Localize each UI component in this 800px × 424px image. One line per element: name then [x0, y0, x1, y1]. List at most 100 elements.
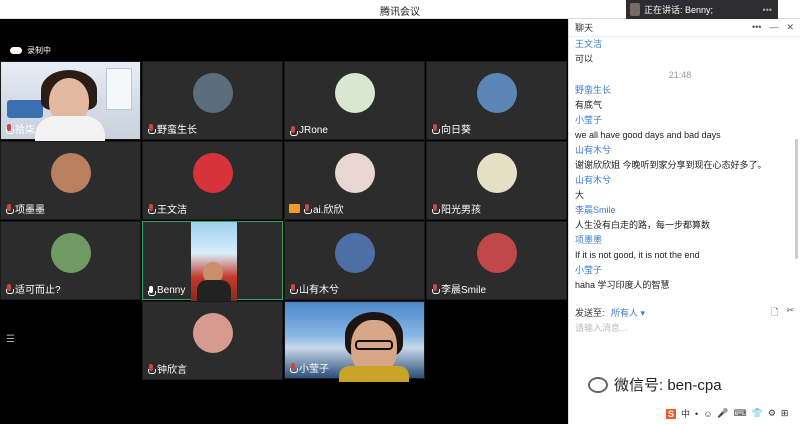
participant-name-label: 适可而止?: [5, 281, 61, 296]
chat-sender[interactable]: 山有木兮: [575, 173, 785, 188]
send-to-select[interactable]: 所有人 ▾: [611, 308, 645, 318]
microphone-icon: [147, 203, 156, 214]
participant-name-label: Benny: [147, 285, 185, 296]
chat-minimize-icon[interactable]: —: [769, 22, 778, 33]
meeting-window: 腾讯会议 正在讲话: Benny; ••• 录制中 拾柒 野蛮生长 JRone 向日葵…: [0, 0, 800, 424]
ime-tool-icon[interactable]: ⊞: [781, 408, 789, 419]
ime-tool-icon[interactable]: 👕: [752, 408, 763, 419]
watermark: 微信号: ben-cpa: [588, 374, 722, 395]
participant-tile[interactable]: JRone: [284, 61, 425, 140]
chat-sender[interactable]: 野蛮生长: [575, 83, 785, 98]
participant-tile[interactable]: ai.欣欣: [284, 141, 425, 220]
ime-tool-icon[interactable]: 中: [681, 407, 690, 420]
participant-name-label: ai.欣欣: [289, 201, 344, 216]
participant-name: 项墨墨: [15, 205, 45, 216]
file-icon[interactable]: 🗋: [771, 305, 778, 321]
participant-tile[interactable]: 野蛮生长: [142, 61, 283, 140]
participant-tile[interactable]: Benny: [142, 221, 283, 301]
chat-sender[interactable]: 小莹子: [575, 113, 785, 128]
chat-scrollbar[interactable]: [795, 139, 798, 259]
watermark-text: 微信号: ben-cpa: [614, 377, 722, 394]
participant-avatar: [476, 153, 517, 193]
chat-timestamp: 21:48: [668, 70, 692, 80]
ime-tool-icon[interactable]: ⌨: [734, 408, 747, 419]
microphone-icon: [431, 123, 440, 134]
ime-tool-icon[interactable]: ⚙: [768, 408, 776, 419]
participant-avatar: [192, 73, 233, 113]
participant-name: JRone: [299, 125, 328, 136]
sofa: [7, 100, 43, 118]
participant-avatar: [476, 233, 517, 273]
participant-tile[interactable]: 钟欣言: [142, 301, 283, 380]
microphone-icon: [147, 363, 156, 374]
participant-name-label: 李晨Smile: [431, 281, 486, 296]
participant-name: ai.欣欣: [313, 205, 344, 216]
participant-avatar: [50, 153, 91, 193]
microphone-icon: [431, 283, 440, 294]
participant-tile[interactable]: 项墨墨: [0, 141, 141, 220]
chat-text: 有底气: [575, 100, 603, 110]
chat-text: 可以: [575, 54, 594, 64]
participant-name-label: 野蛮生长: [147, 121, 197, 136]
chat-message: 小莹子 we all have good days and bad days: [575, 113, 785, 143]
window-backdrop: [106, 68, 132, 110]
chat-sender[interactable]: 李晨Smile: [575, 203, 785, 218]
participant-name: Benny: [157, 285, 186, 296]
participant-tile[interactable]: 阳光男孩: [426, 141, 567, 220]
chat-text: we all have good days and bad days: [575, 130, 721, 140]
participant-tile[interactable]: 适可而止?: [0, 221, 141, 300]
chat-panel: 聊天 ••• — ✕ 王文洁 可以 21:48 野蛮生长 有底气 小莹子 we all ha…: [568, 19, 800, 424]
participant-name: 适可而止?: [15, 285, 61, 296]
microphone-icon: [289, 125, 298, 136]
chat-text: 人生没有白走的路，每一步都算数: [575, 220, 711, 230]
participant-tile[interactable]: 王文洁: [142, 141, 283, 220]
participant-name-label: 小莹子: [289, 360, 329, 375]
participant-name: 王文洁: [157, 205, 187, 216]
ime-tool-icon[interactable]: 🎤: [717, 408, 728, 419]
body: [339, 366, 409, 382]
chat-sender[interactable]: 山有木兮: [575, 143, 785, 158]
chat-more-icon[interactable]: •••: [752, 22, 761, 33]
microphone-icon: [5, 283, 14, 294]
chat-text: 谢谢欣欣姐 今晚听到家分享到现在心态好多了。: [575, 160, 767, 170]
participant-name: 李晨Smile: [441, 285, 487, 296]
participant-name-label: JRone: [289, 125, 328, 136]
send-to-row: 发送至: 所有人 ▾: [575, 306, 645, 319]
participant-name: 向日葵: [441, 125, 471, 136]
cloud-icon: [10, 47, 22, 54]
ime-toolbar: S 中 • ☺ 🎤 ⌨ 👕 ⚙ ⊞: [666, 407, 788, 420]
recording-indicator: 录制中: [10, 45, 51, 56]
participant-tile[interactable]: 山有木兮: [284, 221, 425, 300]
screenshot-icon[interactable]: ✂: [786, 305, 794, 321]
speaking-label: 正在讲话: Benny;: [644, 5, 714, 15]
chat-sender[interactable]: 王文洁: [575, 37, 785, 52]
more-icon[interactable]: •••: [763, 5, 772, 15]
participant-tile[interactable]: 小莹子: [284, 301, 425, 382]
menu-icon[interactable]: ☰: [6, 334, 15, 345]
participant-avatar: [50, 233, 91, 273]
participant-tile[interactable]: 向日葵: [426, 61, 567, 140]
ime-tool-icon[interactable]: ☺: [703, 409, 712, 419]
microphone-icon: [289, 362, 298, 373]
ime-tool-icon[interactable]: •: [695, 409, 698, 419]
microphone-icon: [147, 123, 156, 134]
participant-name-label: 阳光男孩: [431, 201, 481, 216]
chat-sender[interactable]: 项墨墨: [575, 233, 785, 248]
participant-name: 钟欣言: [157, 365, 187, 376]
send-to-label: 发送至:: [575, 308, 605, 318]
chat-sender[interactable]: 小莹子: [575, 263, 785, 278]
participant-tile[interactable]: 拾柒: [0, 61, 141, 142]
chat-message-list: 王文洁可以 21:48 野蛮生长有底气小莹子 we all have good day…: [575, 37, 785, 293]
participant-tile[interactable]: 李晨Smile: [426, 221, 567, 300]
chat-tools: 🗋 ✂: [771, 305, 794, 321]
participant-avatar: [192, 313, 233, 353]
microphone-icon: [289, 283, 298, 294]
send-to-value: 所有人: [611, 308, 639, 318]
wechat-icon: [588, 376, 608, 393]
sogou-icon[interactable]: S: [666, 408, 677, 419]
chat-input[interactable]: 请输入消息...: [575, 321, 628, 334]
participant-avatar: [334, 233, 375, 273]
speaker-thumbnail: [630, 3, 640, 16]
participant-name-label: 山有木兮: [289, 281, 339, 296]
chat-close-icon[interactable]: ✕: [786, 22, 794, 33]
